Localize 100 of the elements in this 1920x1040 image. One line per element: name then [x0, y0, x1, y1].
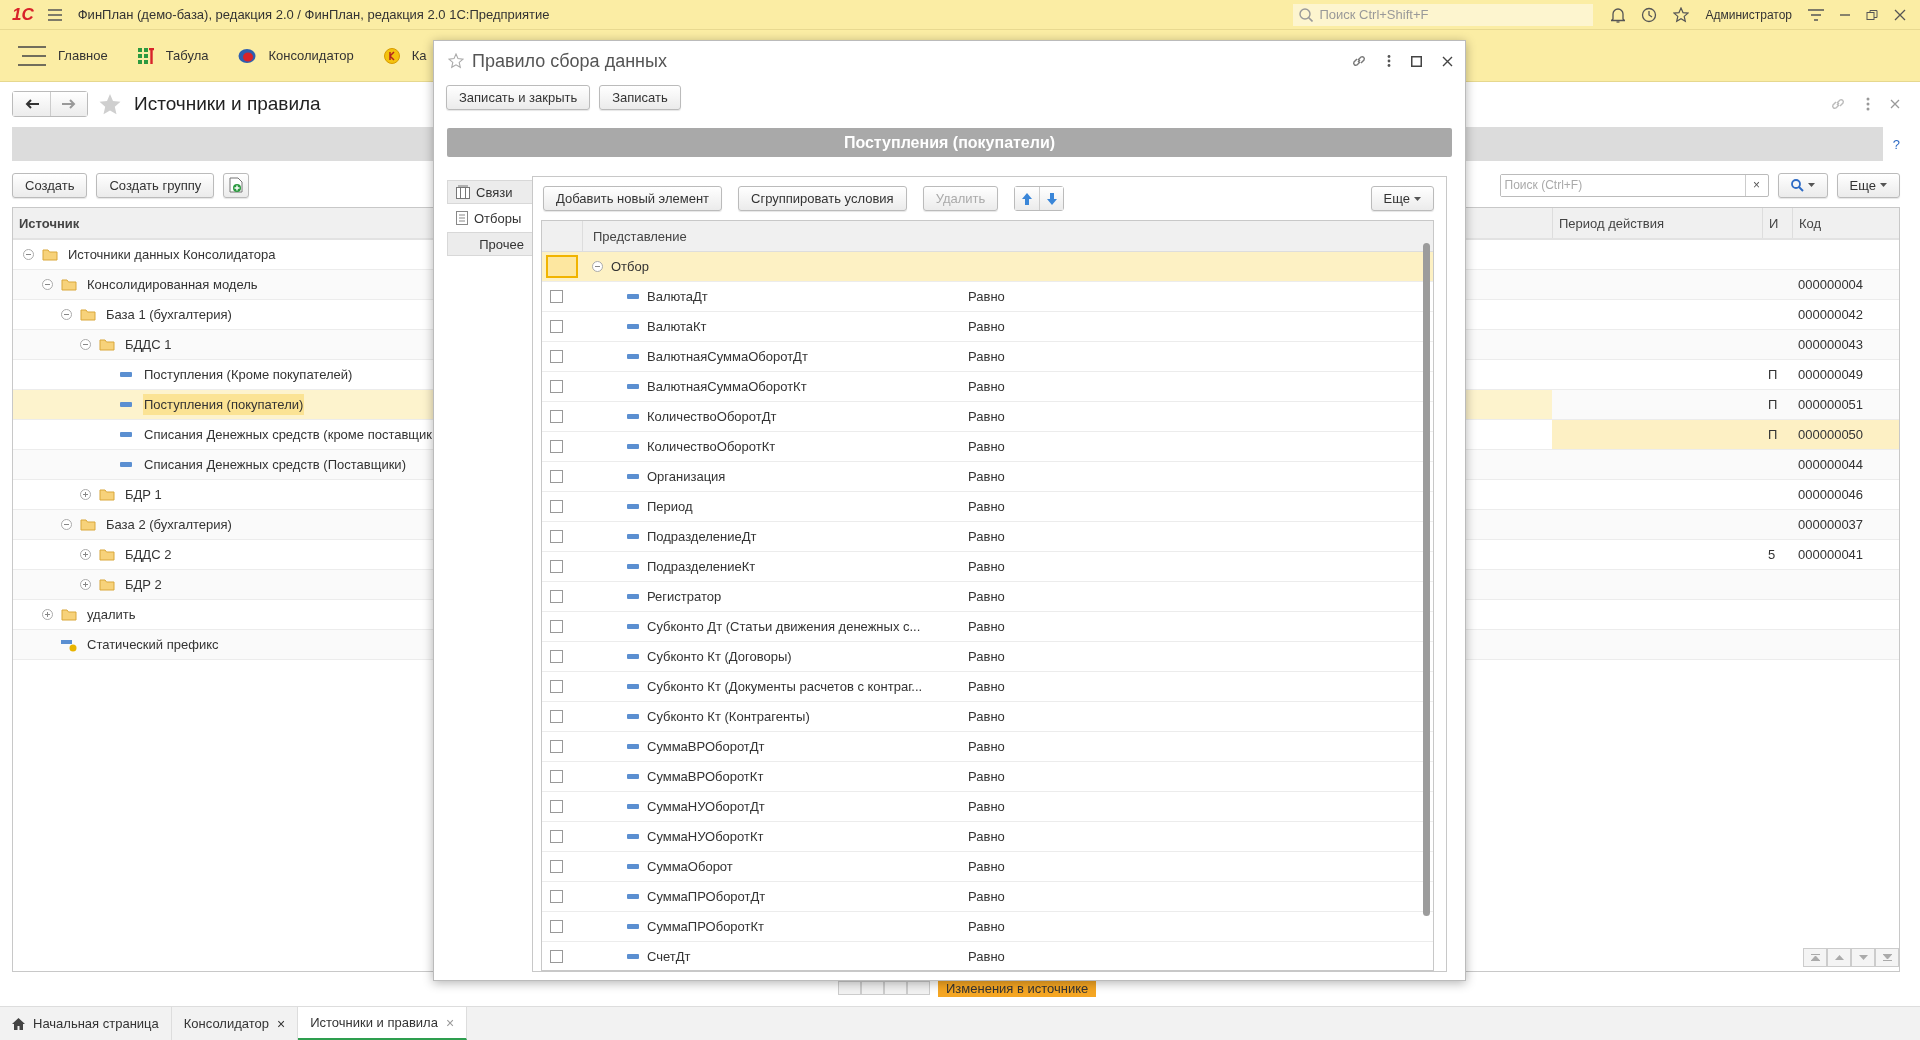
link-icon	[1830, 96, 1846, 112]
checkbox[interactable]	[550, 590, 563, 603]
checkbox[interactable]	[550, 860, 563, 873]
dialog-button[interactable]: Записать и закрыть	[446, 85, 591, 110]
small-button[interactable]	[838, 981, 861, 995]
expand-icon[interactable]	[80, 549, 91, 560]
side-tab[interactable]: Связи	[447, 180, 532, 204]
tree-item[interactable]: удалить	[86, 604, 137, 625]
checkbox[interactable]	[550, 620, 563, 633]
help-link[interactable]: ?	[1892, 136, 1900, 152]
toolbar-button[interactable]: Сгруппировать условия	[738, 186, 907, 211]
checkbox[interactable]	[550, 830, 563, 843]
checkbox[interactable]	[550, 380, 563, 393]
checkbox[interactable]	[550, 800, 563, 813]
search-field[interactable]: Поиск Ctrl+Shift+F	[1317, 6, 1582, 23]
move-down-button[interactable]	[1039, 187, 1064, 210]
tree-item[interactable]: Источники данных Консолидатора	[67, 244, 277, 265]
back-button[interactable]	[13, 92, 50, 116]
tree-item[interactable]: БДР 2	[124, 574, 163, 595]
move-up-button[interactable]	[1015, 187, 1040, 210]
tree-item[interactable]: Списания Денежных средств (Поставщики)	[143, 454, 407, 475]
tree-item[interactable]: Списания Денежных средств (кроме поставщик	[143, 424, 433, 445]
checkbox[interactable]	[550, 770, 563, 783]
small-button[interactable]	[884, 981, 907, 995]
table-cell: 000000051	[1798, 397, 1864, 412]
tree-item[interactable]: База 2 (бухгалтерия)	[105, 514, 233, 535]
tree-item[interactable]: Консолидированная модель	[86, 274, 259, 295]
coin-icon	[383, 47, 400, 64]
checkbox[interactable]	[550, 740, 563, 753]
tree-item[interactable]: БДР 1	[124, 484, 163, 505]
minimize-icon	[1840, 13, 1850, 16]
folder-icon	[99, 488, 115, 501]
toolbar-button[interactable]: Добавить новый элемент	[543, 186, 723, 211]
scroll-up-button[interactable]	[1827, 948, 1851, 967]
logo[interactable]: 1С	[12, 4, 34, 25]
toolbar-button[interactable]: Создать	[12, 172, 88, 198]
open-tab[interactable]: Начальная страница	[0, 1007, 172, 1040]
checkbox[interactable]	[550, 950, 563, 963]
toolbar-button[interactable]: Создать группу	[96, 172, 215, 198]
more-button[interactable]: Еще	[1370, 186, 1434, 211]
checkbox[interactable]	[550, 530, 563, 543]
collapse-icon[interactable]	[23, 249, 34, 260]
checkbox[interactable]	[550, 290, 563, 303]
dash-icon	[120, 432, 132, 437]
section-link[interactable]: Консолидатор	[238, 47, 354, 64]
scroll-bottom-button[interactable]	[1875, 948, 1899, 967]
condition-cell: Равно	[968, 799, 1005, 814]
group-label[interactable]: Отбор	[611, 259, 649, 274]
table-cell: 000000049	[1798, 367, 1864, 382]
checkbox[interactable]	[550, 320, 563, 333]
dialog-title: Правило сбора данных	[472, 50, 667, 72]
collapse-icon[interactable]	[61, 519, 72, 530]
folder-icon	[99, 548, 115, 561]
search-field[interactable]: Поиск (Ctrl+F) ×	[1499, 173, 1769, 197]
checkbox[interactable]	[550, 440, 563, 453]
section-link[interactable]: Ка	[383, 47, 427, 64]
checkbox[interactable]	[550, 470, 563, 483]
clear-button[interactable]: ×	[1744, 174, 1768, 196]
checkbox[interactable]	[550, 350, 563, 363]
tree-item[interactable]: База 1 (бухгалтерия)	[105, 304, 233, 325]
search-field[interactable]: Поиск Ctrl+Shift+F	[1293, 3, 1594, 26]
side-tab[interactable]: Прочее	[447, 232, 532, 256]
checkbox[interactable]	[550, 410, 563, 423]
scroll-down-button[interactable]	[1851, 948, 1875, 967]
tree-item[interactable]: Поступления (Кроме покупателей)	[143, 364, 354, 385]
small-button[interactable]	[861, 981, 884, 995]
column-header[interactable]: Период действия	[1552, 208, 1762, 238]
section-link[interactable]: Табула	[137, 47, 209, 64]
scroll-top-button[interactable]	[1803, 948, 1827, 967]
dialog-button[interactable]: Записать	[599, 85, 681, 110]
expand-icon[interactable]	[80, 489, 91, 500]
checkbox[interactable]	[550, 680, 563, 693]
close-tab-icon[interactable]: ×	[277, 1015, 286, 1032]
open-tab[interactable]: Источники и правила ×	[298, 1007, 468, 1040]
checkbox[interactable]	[550, 920, 563, 933]
checkbox[interactable]	[550, 560, 563, 573]
expand-icon[interactable]	[42, 609, 53, 620]
column-header[interactable]: И	[1762, 208, 1792, 238]
collapse-icon[interactable]	[592, 261, 603, 272]
checkbox[interactable]	[550, 650, 563, 663]
add-document-button[interactable]	[223, 172, 250, 198]
collapse-icon[interactable]	[80, 339, 91, 350]
tree-item[interactable]: Статический префикс	[86, 634, 220, 655]
list-icon	[456, 211, 468, 225]
tree-item[interactable]: БДДС 1	[124, 334, 173, 355]
search-button[interactable]	[1777, 172, 1828, 198]
checkbox[interactable]	[550, 710, 563, 723]
tree-item[interactable]: Поступления (покупатели)	[143, 394, 305, 415]
user-name[interactable]: Администратор	[1705, 7, 1792, 22]
collapse-icon[interactable]	[42, 279, 53, 290]
small-button[interactable]	[907, 981, 930, 995]
field-name: Субконто Кт (Договоры)	[647, 649, 792, 664]
collapse-icon[interactable]	[61, 309, 72, 320]
more-button[interactable]: Еще	[1836, 172, 1900, 198]
tree-item[interactable]: БДДС 2	[124, 544, 173, 565]
column-header[interactable]: Код	[1792, 208, 1899, 238]
expand-icon[interactable]	[80, 579, 91, 590]
checkbox[interactable]	[550, 890, 563, 903]
section-link[interactable]: Главное	[18, 44, 108, 67]
checkbox[interactable]	[550, 500, 563, 513]
